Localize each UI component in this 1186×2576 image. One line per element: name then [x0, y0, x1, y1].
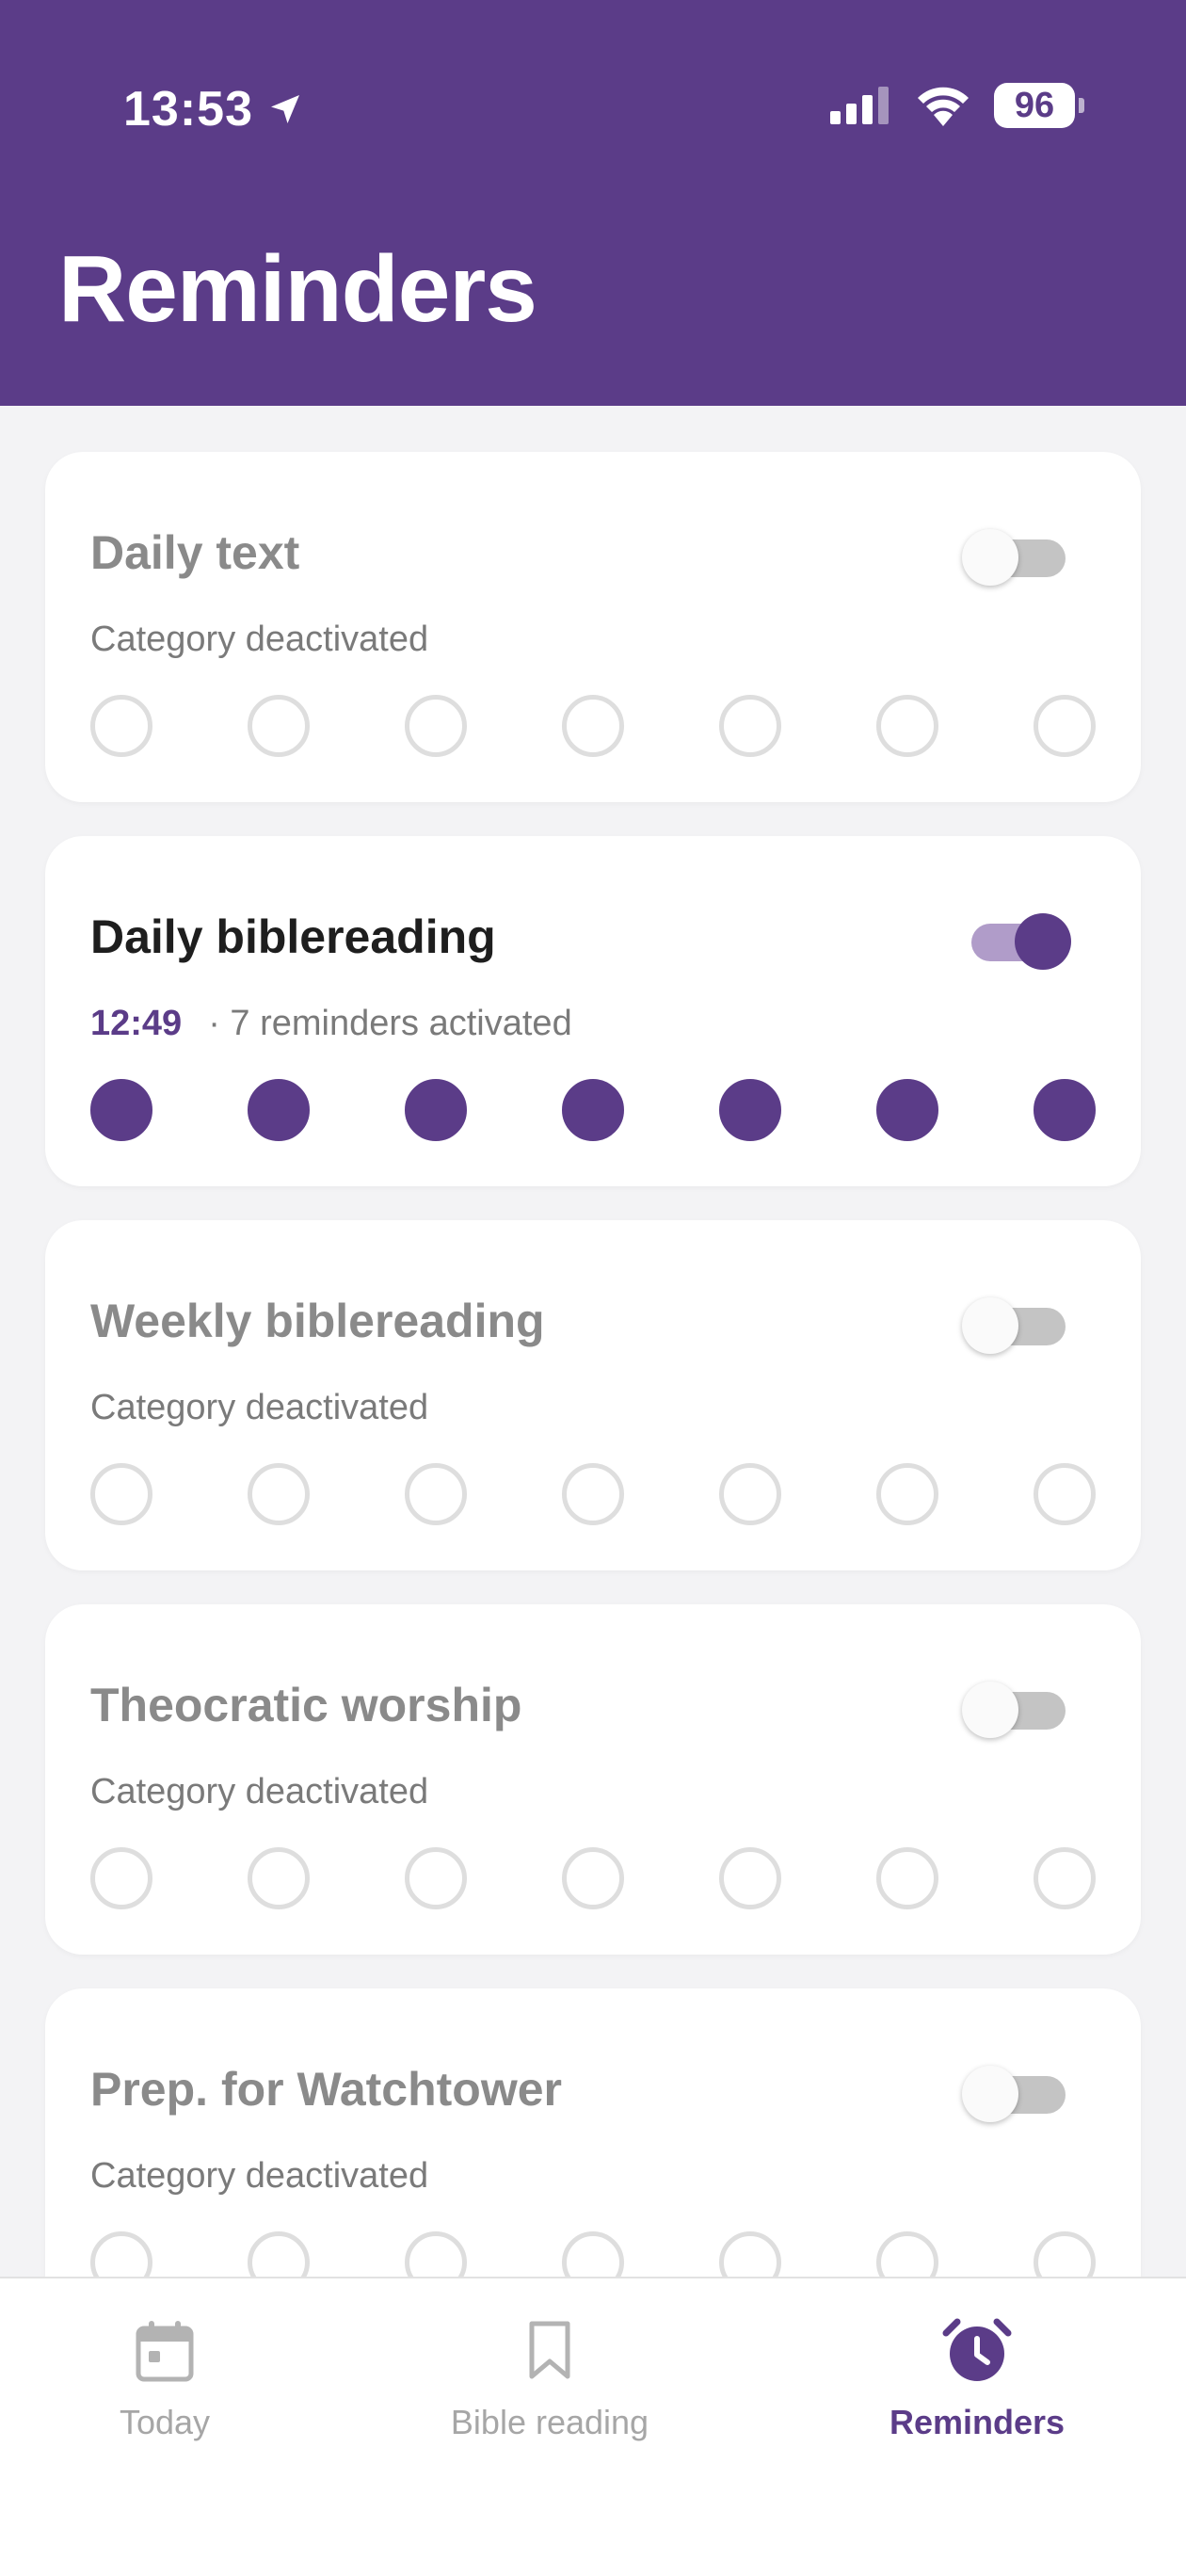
theocratic-worship-toggle[interactable]: [962, 1680, 1066, 1738]
status-time-text: 13:53: [123, 82, 253, 137]
tab-today[interactable]: Today: [94, 2316, 235, 2442]
card-status-text: Category deactivated: [90, 1772, 429, 1811]
card-subtitle: Category deactivated: [90, 620, 428, 660]
weekday-dot[interactable]: [90, 1847, 152, 1909]
app-header: 13:53 96 Reminders: [0, 0, 1186, 406]
reminder-card-theocratic-worship[interactable]: Theocratic worship Category deactivated: [45, 1604, 1141, 1955]
weekly-biblereading-toggle[interactable]: [962, 1296, 1066, 1354]
card-subtitle: Category deactivated: [90, 1388, 428, 1428]
weekday-dots: [90, 695, 1096, 757]
calendar-icon: [136, 2316, 194, 2386]
toggle-knob: [962, 1297, 1018, 1354]
tab-label: Reminders: [889, 2403, 1066, 2441]
card-subtitle: Category deactivated: [90, 1772, 428, 1812]
card-title: Daily text: [90, 526, 300, 579]
weekday-dot[interactable]: [90, 695, 152, 757]
tab-reminders[interactable]: Reminders: [881, 2316, 1073, 2442]
cellular-signal-icon: [830, 87, 889, 124]
weekday-dot[interactable]: [1034, 695, 1096, 757]
toggle-knob: [1015, 913, 1071, 970]
weekday-dot[interactable]: [90, 1463, 152, 1525]
battery-level: 96: [994, 83, 1075, 128]
alarm-clock-icon: [942, 2316, 1012, 2386]
card-status-text: Category deactivated: [90, 620, 429, 659]
reminder-card-weekly-biblereading[interactable]: Weekly biblereading Category deactivated: [45, 1220, 1141, 1570]
weekday-dot[interactable]: [405, 1847, 467, 1909]
weekday-dot[interactable]: [876, 1463, 938, 1525]
card-title: Weekly biblereading: [90, 1295, 545, 1347]
weekday-dots: [90, 1079, 1096, 1141]
toggle-knob: [962, 1682, 1018, 1738]
prep-watchtower-toggle[interactable]: [962, 2064, 1066, 2122]
bottom-tab-bar: Today Bible reading Reminders: [0, 2277, 1186, 2576]
weekday-dot[interactable]: [1034, 1463, 1096, 1525]
daily-biblereading-toggle[interactable]: [962, 911, 1071, 970]
page-title: Reminders: [58, 236, 537, 342]
weekday-dot[interactable]: [248, 1463, 310, 1525]
weekday-dot[interactable]: [562, 695, 624, 757]
tab-bible-reading[interactable]: Bible reading: [446, 2316, 653, 2442]
weekday-dot[interactable]: [876, 1079, 938, 1141]
weekday-dot[interactable]: [248, 1847, 310, 1909]
weekday-dots: [90, 1847, 1096, 1909]
weekday-dots: [90, 1463, 1096, 1525]
status-bar-time: 13:53: [123, 81, 304, 137]
weekday-dot[interactable]: [405, 1463, 467, 1525]
weekday-dot[interactable]: [248, 695, 310, 757]
bookmark-icon: [527, 2316, 572, 2386]
toggle-knob: [962, 529, 1018, 586]
tab-label: Today: [119, 2403, 211, 2441]
tab-label: Bible reading: [450, 2403, 649, 2441]
weekday-dot[interactable]: [876, 1847, 938, 1909]
reminder-card-daily-text[interactable]: Daily text Category deactivated: [45, 452, 1141, 802]
card-subtitle: Category deactivated: [90, 2156, 428, 2197]
card-status-text: Category deactivated: [90, 2156, 429, 2196]
card-title: Daily biblereading: [90, 910, 496, 963]
weekday-dot[interactable]: [719, 695, 781, 757]
weekday-dot[interactable]: [562, 1079, 624, 1141]
battery-indicator: 96: [994, 83, 1084, 128]
daily-text-toggle[interactable]: [962, 527, 1066, 586]
status-bar-indicators: 96: [830, 83, 1084, 128]
toggle-knob: [962, 2066, 1018, 2122]
card-status-text: · 7 reminders activated: [208, 1004, 572, 1043]
weekday-dot[interactable]: [248, 1079, 310, 1141]
weekday-dot[interactable]: [405, 1079, 467, 1141]
weekday-dot[interactable]: [719, 1847, 781, 1909]
battery-cap: [1079, 98, 1084, 113]
weekday-dot[interactable]: [1034, 1079, 1096, 1141]
weekday-dot[interactable]: [876, 695, 938, 757]
card-title: Prep. for Watchtower: [90, 2063, 562, 2116]
weekday-dot[interactable]: [405, 695, 467, 757]
weekday-dot[interactable]: [562, 1847, 624, 1909]
weekday-dot[interactable]: [562, 1463, 624, 1525]
weekday-dot[interactable]: [1034, 1847, 1096, 1909]
card-status-text: Category deactivated: [90, 1388, 429, 1427]
weekday-dot[interactable]: [90, 1079, 152, 1141]
location-arrow-icon: [271, 95, 299, 123]
reminder-card-daily-biblereading[interactable]: Daily biblereading 12:49 · 7 reminders a…: [45, 836, 1141, 1186]
wifi-icon: [918, 87, 969, 126]
reminder-time[interactable]: 12:49: [90, 1004, 182, 1044]
card-title: Theocratic worship: [90, 1679, 522, 1731]
weekday-dot[interactable]: [719, 1463, 781, 1525]
weekday-dot[interactable]: [719, 1079, 781, 1141]
card-subtitle: 12:49 · 7 reminders activated: [90, 1004, 572, 1044]
